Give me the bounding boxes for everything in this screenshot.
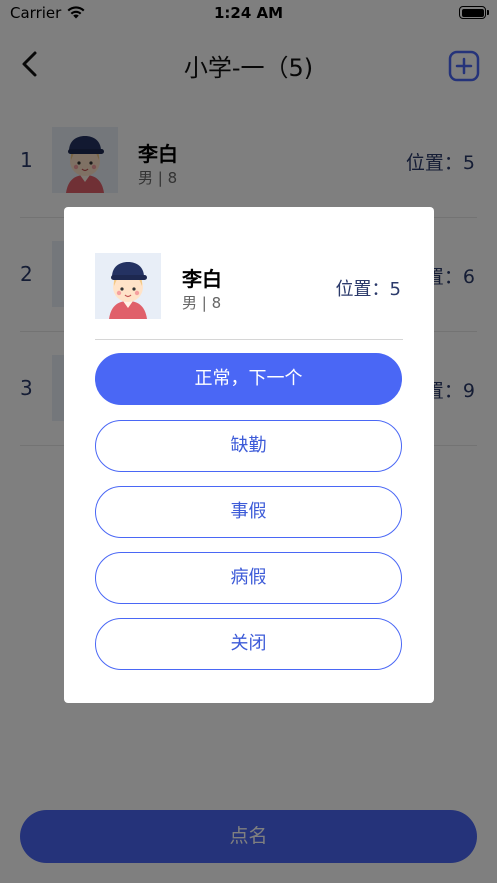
dialog-student-meta: 男 | 8 bbox=[182, 294, 222, 312]
close-button[interactable]: 关闭 bbox=[95, 618, 402, 670]
avatar bbox=[95, 253, 161, 319]
student-avatar-icon bbox=[95, 253, 161, 319]
normal-next-button[interactable]: 正常，下一个 bbox=[95, 353, 402, 405]
attendance-dialog: 李白 男 | 8 位置：5 正常，下一个 缺勤 事假 病假 关闭 bbox=[64, 207, 434, 703]
dialog-divider bbox=[95, 339, 403, 340]
sick-leave-button[interactable]: 病假 bbox=[95, 552, 402, 604]
dialog-student-position: 位置：5 bbox=[335, 279, 401, 300]
personal-leave-button[interactable]: 事假 bbox=[95, 486, 402, 538]
absent-button[interactable]: 缺勤 bbox=[95, 420, 402, 472]
dialog-student-name: 李白 bbox=[182, 267, 222, 291]
